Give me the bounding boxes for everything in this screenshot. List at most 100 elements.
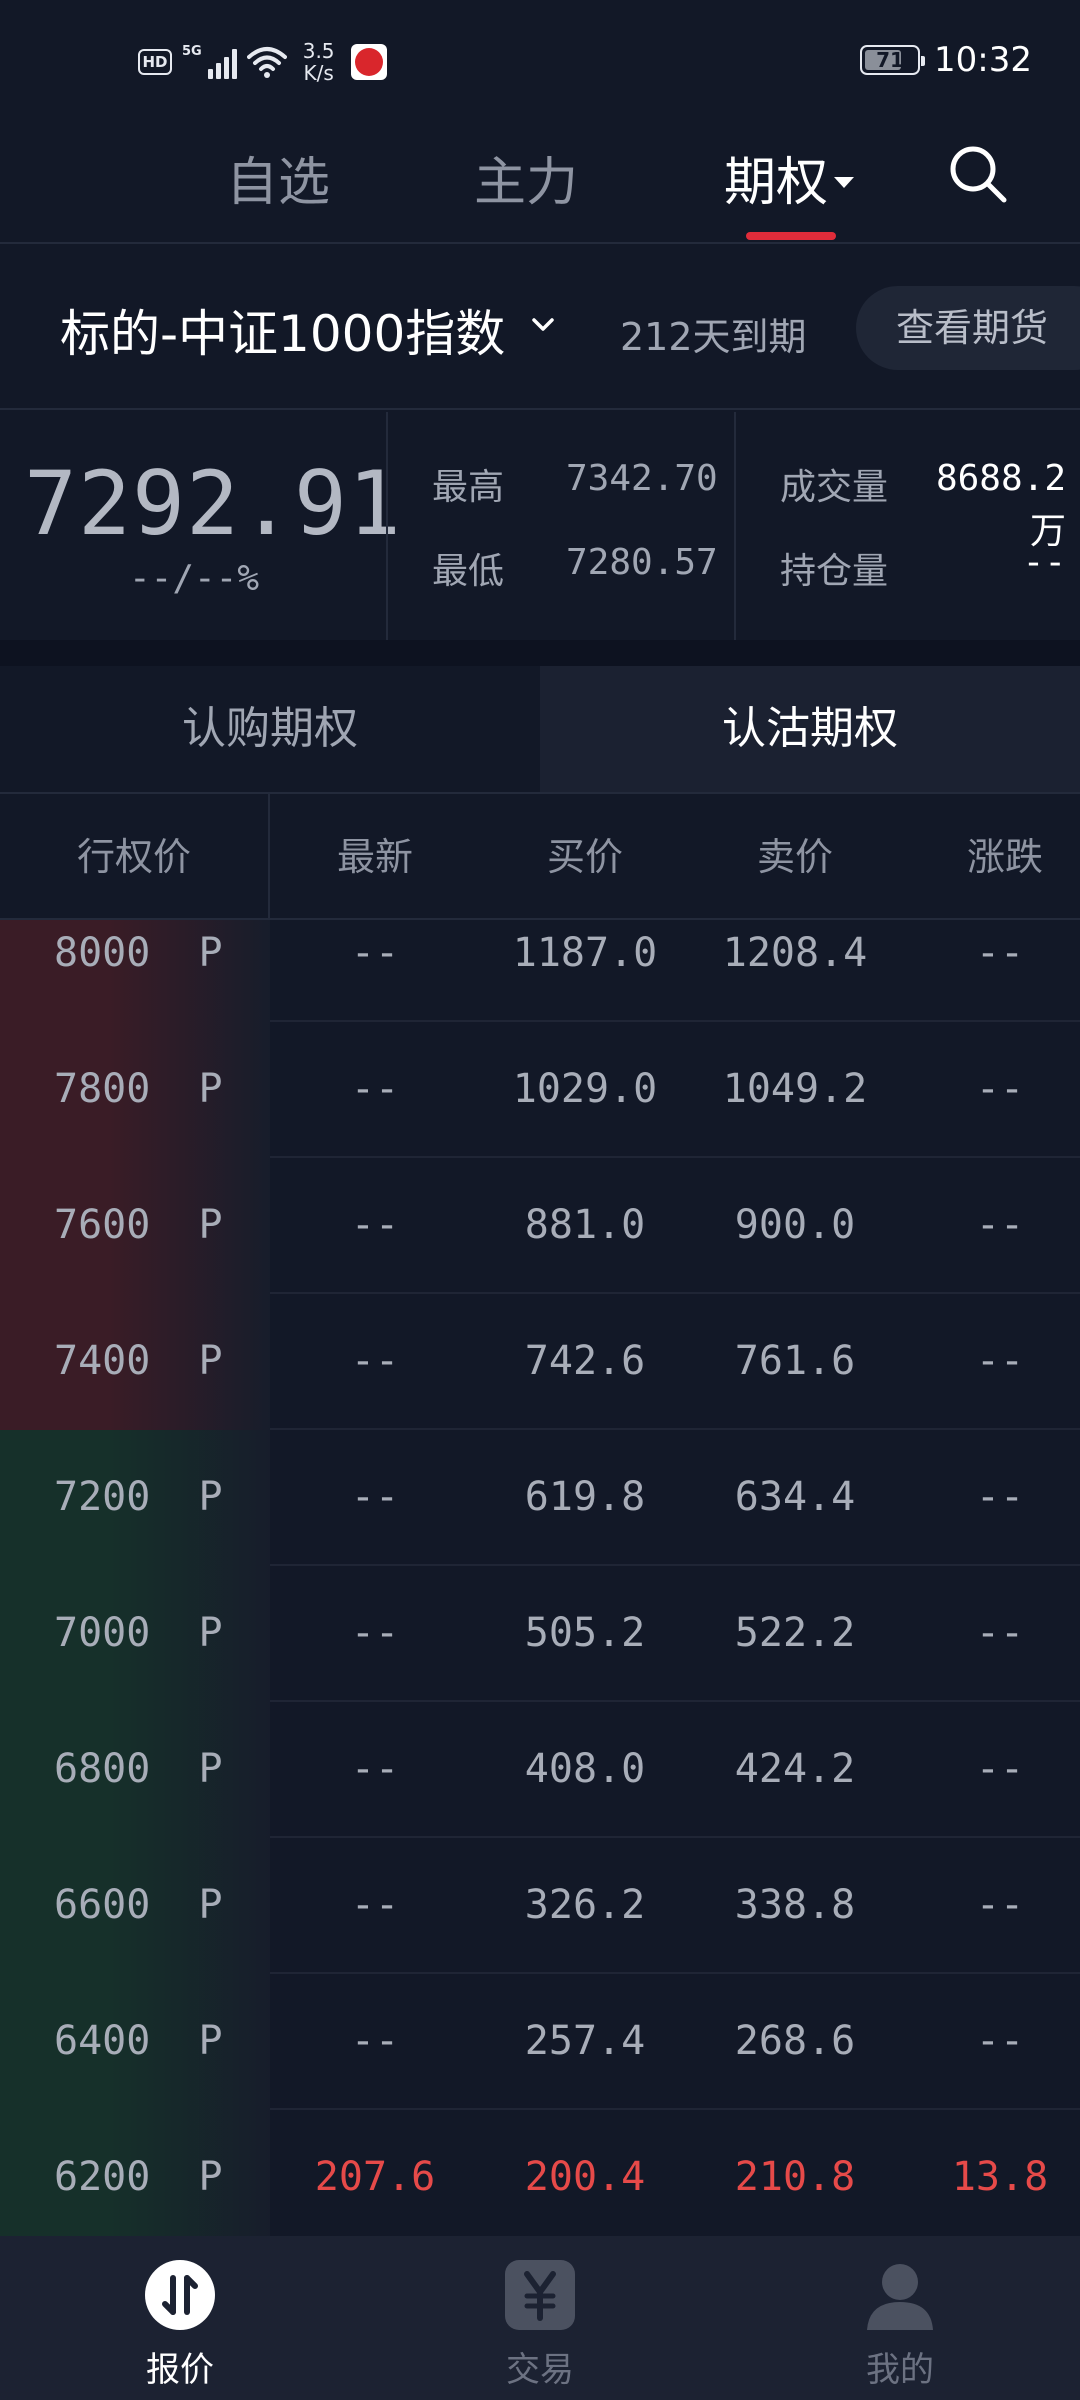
- underlying-selector[interactable]: 标的-中证1000指数: [60, 294, 505, 366]
- volume-value: 8688.2: [935, 458, 1066, 499]
- cell-last: --: [350, 1746, 400, 1792]
- tab-options[interactable]: 期权: [724, 140, 855, 215]
- cell-change: --: [975, 2018, 1025, 2064]
- cell-last: --: [350, 1882, 400, 1928]
- strike-price: 7200 P: [54, 1474, 223, 1520]
- quote-icon: [145, 2260, 215, 2330]
- cell-ask: 900.0: [734, 1202, 856, 1248]
- cell-bid: 200.4: [524, 2154, 646, 2200]
- table-row[interactable]: 6800 P -- 408.0 424.2 --: [0, 1702, 1080, 1838]
- cell-change: --: [975, 930, 1025, 976]
- cell-bid: 257.4: [524, 2018, 646, 2064]
- strike-price: 6800 P: [54, 1746, 223, 1792]
- cell-last: 207.6: [314, 2154, 436, 2200]
- table-row[interactable]: 6600 P -- 326.2 338.8 --: [0, 1838, 1080, 1974]
- table-row[interactable]: 8000 P -- 1187.0 1208.4 --: [0, 920, 1080, 1022]
- open-interest-value: --: [1022, 542, 1066, 583]
- top-nav: 自选 主力 期权: [0, 120, 1080, 244]
- search-icon[interactable]: [946, 142, 1010, 206]
- cell-ask: 522.2: [734, 1610, 856, 1656]
- network-speed: 3.5 K/s: [303, 40, 335, 84]
- cell-ask: 210.8: [734, 2154, 856, 2200]
- cell-last: --: [350, 1066, 400, 1112]
- strike-cell: 7800 P: [0, 1022, 270, 1158]
- header-strike: 行权价: [76, 835, 191, 879]
- active-tab-indicator: [746, 232, 836, 240]
- cell-bid: 881.0: [524, 1202, 646, 1248]
- battery-level: 71: [876, 48, 904, 72]
- strike-cell: 6200 P: [0, 2110, 270, 2236]
- cell-change: --: [975, 1202, 1025, 1248]
- cell-ask: 761.6: [734, 1338, 856, 1384]
- cell-last: --: [350, 2018, 400, 2064]
- tab-watchlist-label: 自选: [226, 153, 331, 213]
- speed-value: 3.5: [302, 39, 335, 63]
- bottom-nav: 报价 交易 我的: [0, 2236, 1080, 2400]
- wifi-icon: [246, 47, 287, 78]
- table-row[interactable]: 7000 P -- 505.2 522.2 --: [0, 1566, 1080, 1702]
- cell-change: 13.8: [951, 2154, 1049, 2200]
- status-bar: HD 5G 3.5 K/s 71 10:32: [0, 0, 1080, 120]
- cell-bid: 742.6: [524, 1338, 646, 1384]
- nav-quotes[interactable]: 报价: [90, 2258, 270, 2391]
- nav-trade-label: 交易: [506, 2350, 574, 2390]
- table-row[interactable]: 7400 P -- 742.6 761.6 --: [0, 1294, 1080, 1430]
- header-change: 涨跌: [966, 835, 1043, 879]
- price-change: --/--%: [128, 558, 260, 599]
- tab-main-contracts[interactable]: 主力: [474, 140, 578, 215]
- table-row[interactable]: 6400 P -- 257.4 268.6 --: [0, 1974, 1080, 2110]
- strike-price: 6200 P: [54, 2154, 223, 2200]
- strike-cell: 7600 P: [0, 1158, 270, 1294]
- cell-last: --: [350, 1338, 400, 1384]
- tab-watchlist[interactable]: 自选: [226, 140, 330, 215]
- cell-bid: 326.2: [524, 1882, 646, 1928]
- strike-price: 6600 P: [54, 1882, 223, 1928]
- tab-put-options[interactable]: 认沽期权: [540, 666, 1080, 792]
- cell-ask: 634.4: [734, 1474, 856, 1520]
- cell-change: --: [975, 1610, 1025, 1656]
- network-type: 5G: [182, 44, 202, 59]
- chevron-down-icon[interactable]: [528, 310, 558, 340]
- cell-change: --: [975, 1474, 1025, 1520]
- strike-price: 7600 P: [54, 1202, 223, 1248]
- last-price: 7292.91: [24, 452, 402, 555]
- cell-change: --: [975, 1066, 1025, 1112]
- header-ask: 卖价: [756, 835, 833, 879]
- strike-cell: 7400 P: [0, 1294, 270, 1430]
- tab-options-label: 期权: [724, 153, 829, 213]
- user-icon: [867, 2264, 933, 2330]
- cell-bid: 619.8: [524, 1474, 646, 1520]
- hd-badge: HD: [138, 49, 172, 75]
- quote-panel: 7292.91 --/--% 最高 7342.70 最低 7280.57 成交量…: [0, 412, 1080, 640]
- table-row[interactable]: 6200 P 207.6 200.4 210.8 13.8: [0, 2110, 1080, 2236]
- table-row[interactable]: 7200 P -- 619.8 634.4 --: [0, 1430, 1080, 1566]
- strike-cell: 7200 P: [0, 1430, 270, 1566]
- underlying-header: 标的-中证1000指数 212天到期 查看期货: [0, 246, 1080, 410]
- clock: 10:32: [934, 40, 1032, 80]
- speed-unit: K/s: [303, 61, 334, 85]
- tab-main-contracts-label: 主力: [474, 153, 579, 213]
- high-value: 7342.70: [566, 458, 718, 499]
- divider: [386, 412, 388, 640]
- cell-last: --: [350, 930, 400, 976]
- low-label: 最低: [432, 551, 505, 592]
- cell-bid: 1029.0: [512, 1066, 658, 1112]
- cell-ask: 1049.2: [722, 1066, 868, 1112]
- nav-trade[interactable]: 交易: [450, 2258, 630, 2391]
- strike-price: 7000 P: [54, 1610, 223, 1656]
- header-last: 最新: [336, 835, 413, 879]
- table-row[interactable]: 7600 P -- 881.0 900.0 --: [0, 1158, 1080, 1294]
- table-header: 行权价 最新 买价 卖价 涨跌: [0, 792, 1080, 920]
- nav-quotes-label: 报价: [146, 2350, 214, 2390]
- low-value: 7280.57: [566, 542, 718, 583]
- cell-bid: 1187.0: [512, 930, 658, 976]
- tab-call-options[interactable]: 认购期权: [0, 666, 540, 792]
- nav-profile[interactable]: 我的: [810, 2258, 990, 2391]
- table-row[interactable]: 7800 P -- 1029.0 1049.2 --: [0, 1022, 1080, 1158]
- cell-bid: 408.0: [524, 1746, 646, 1792]
- strike-price: 6400 P: [54, 2018, 223, 2064]
- section-gap: [0, 640, 1080, 666]
- divider: [734, 412, 736, 640]
- view-futures-button[interactable]: 查看期货: [856, 286, 1080, 370]
- cell-ask: 1208.4: [722, 930, 868, 976]
